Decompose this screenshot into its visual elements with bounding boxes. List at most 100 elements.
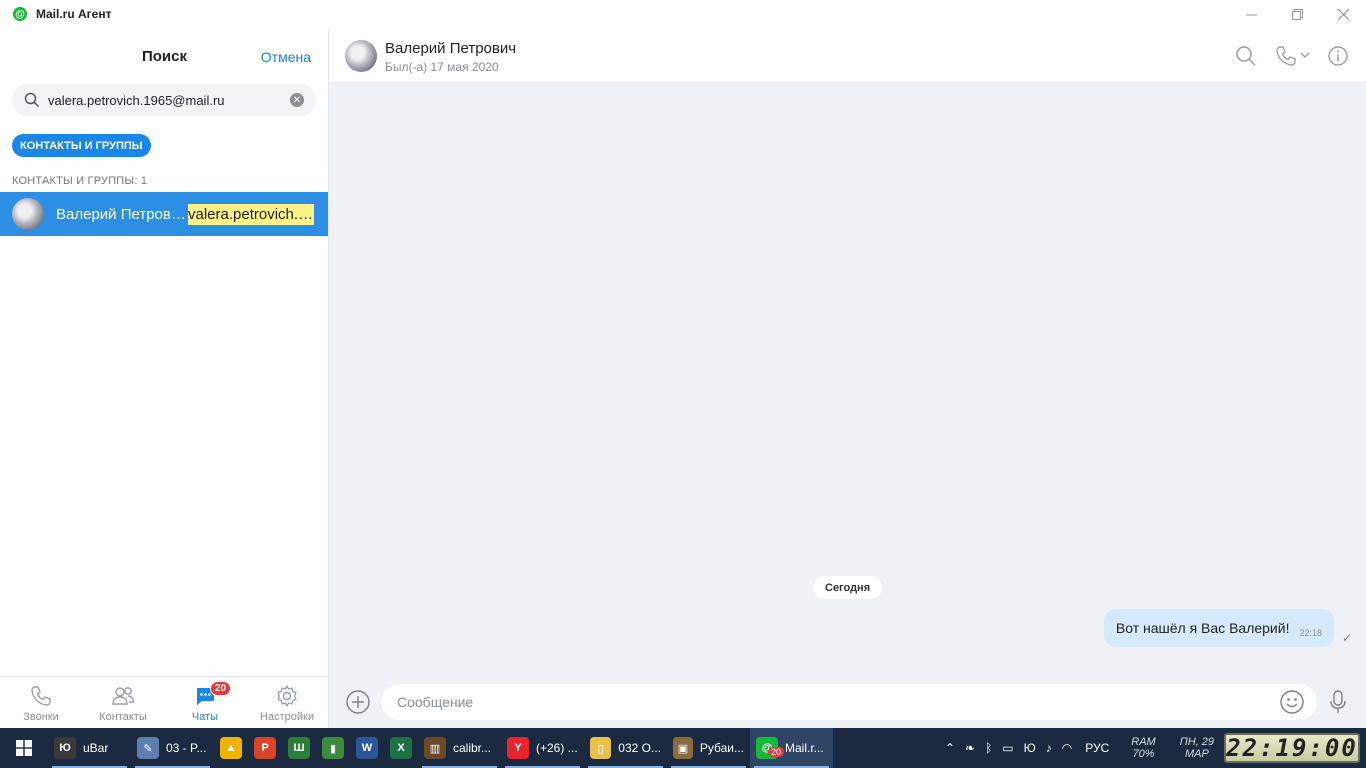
window-title: Mail.ru Агент bbox=[36, 7, 112, 21]
gear-icon bbox=[277, 685, 297, 707]
results-section-label: КОНТАКТЫ И ГРУППЫ: 1 bbox=[12, 175, 148, 187]
taskbar-app-icon: ▮ bbox=[322, 737, 344, 759]
bottom-navigation: Звонки Контакты 20 Чаты Настройки bbox=[0, 676, 329, 728]
contacts-icon bbox=[112, 687, 135, 705]
clear-search-button[interactable]: ✕ bbox=[290, 93, 304, 107]
window-titlebar: @ Mail.ru Агент bbox=[0, 0, 1366, 28]
date-indicator[interactable]: ПН, 29 МАР bbox=[1180, 736, 1214, 760]
taskbar-apps: ЮuBar ✎ 03 - P... ▲ P Ш ▮ W X ▥ calibr... Y (+26) ..… bbox=[48, 728, 833, 768]
ram-indicator: RAM 70% bbox=[1131, 736, 1155, 760]
taskbar-item-label: calibr... bbox=[453, 741, 492, 755]
delivered-check-icon: ✓ bbox=[1341, 631, 1352, 645]
taskbar-app-icon: P bbox=[254, 737, 276, 759]
taskbar-item-label: 03 - P... bbox=[166, 741, 207, 755]
nav-chats-label: Чаты bbox=[191, 711, 219, 723]
outgoing-message-bubble[interactable]: Вот нашёл я Вас Валерий! 22:18 bbox=[1103, 609, 1334, 647]
bluetooth-icon[interactable]: ᛒ bbox=[985, 741, 992, 755]
search-panel: Поиск Отмена valera.petrovich.1965@mail.… bbox=[0, 28, 329, 676]
taskbar-item[interactable]: Ш bbox=[282, 728, 316, 768]
date-separator: Сегодня bbox=[813, 576, 883, 599]
attach-plus-icon[interactable] bbox=[345, 689, 371, 715]
taskbar-item[interactable]: ▮ bbox=[316, 728, 350, 768]
battery-icon[interactable]: ▭ bbox=[1002, 741, 1013, 755]
clear-icon: ✕ bbox=[292, 94, 302, 106]
filter-contacts-groups[interactable]: КОНТАКТЫ И ГРУППЫ bbox=[12, 134, 151, 157]
message-text: Вот нашёл я Вас Валерий! bbox=[1115, 620, 1290, 636]
nav-contacts[interactable]: Контакты bbox=[82, 677, 164, 729]
restore-button[interactable] bbox=[1274, 0, 1320, 28]
taskbar-app-icon: Ш bbox=[288, 737, 310, 759]
close-icon bbox=[1337, 8, 1349, 20]
mail-agent-logo-icon: @ bbox=[13, 7, 27, 21]
taskbar-item[interactable]: X bbox=[384, 728, 418, 768]
tray-leaf-icon[interactable]: ❧ bbox=[965, 741, 975, 755]
taskbar-item[interactable]: ▣ Рубаи... bbox=[667, 728, 750, 768]
wifi-icon[interactable]: ◠ bbox=[1062, 741, 1072, 755]
taskbar-app-icon: X bbox=[390, 737, 412, 759]
minimize-button[interactable] bbox=[1228, 0, 1274, 28]
taskbar-item[interactable]: ЮuBar bbox=[48, 728, 131, 768]
volume-icon[interactable]: ♪ bbox=[1046, 741, 1052, 755]
ram-label: RAM bbox=[1131, 736, 1156, 748]
microphone-icon[interactable] bbox=[1328, 689, 1348, 715]
cancel-search-button[interactable]: Отмена bbox=[261, 49, 311, 65]
phone-icon bbox=[31, 686, 51, 706]
nav-settings-label: Настройки bbox=[260, 711, 314, 723]
message-time: 22:18 bbox=[1299, 628, 1322, 638]
taskbar-item[interactable]: Y (+26) ... bbox=[501, 728, 584, 768]
contact-avatar bbox=[12, 198, 44, 230]
search-query[interactable]: valera.petrovich.1965@mail.ru bbox=[48, 93, 225, 108]
chat-contact-name[interactable]: Валерий Петрович bbox=[385, 40, 516, 57]
taskbar-item[interactable]: W bbox=[350, 728, 384, 768]
restore-icon bbox=[1291, 8, 1303, 20]
taskbar-app-icon: Y bbox=[507, 737, 529, 759]
tray-app-icon[interactable]: Ю bbox=[1024, 741, 1036, 755]
call-dropdown-icon[interactable] bbox=[1275, 45, 1315, 67]
taskbar-item[interactable]: @20 Mail.r... bbox=[750, 728, 833, 768]
result-contact-name: Валерий Петрович bbox=[56, 205, 186, 223]
ram-value: 70% bbox=[1132, 748, 1155, 760]
nav-settings[interactable]: Настройки bbox=[246, 677, 328, 729]
date-day: ПН, 29 bbox=[1179, 736, 1214, 748]
taskbar-app-icon: Ю bbox=[54, 737, 76, 759]
nav-contacts-label: Контакты bbox=[99, 711, 147, 723]
message-history[interactable]: Сегодня Вот нашёл я Вас Валерий! 22:18 ✓ bbox=[329, 83, 1366, 676]
taskbar-item[interactable]: ▥ calibr... bbox=[418, 728, 501, 768]
taskbar-item-label: Рубаи... bbox=[699, 741, 744, 755]
taskbar-app-icon: ✎ bbox=[137, 737, 159, 759]
input-language[interactable]: РУС bbox=[1085, 741, 1109, 755]
nav-calls[interactable]: Звонки bbox=[0, 677, 82, 729]
windows-logo-icon bbox=[16, 740, 32, 756]
taskbar-item-label: uBar bbox=[83, 741, 109, 755]
windows-taskbar: ЮuBar ✎ 03 - P... ▲ P Ш ▮ W X ▥ calibr... Y (+26) ..… bbox=[0, 728, 1366, 768]
taskbar-item-label: Mail.r... bbox=[785, 741, 824, 755]
nav-calls-label: Звонки bbox=[23, 711, 59, 723]
message-input[interactable] bbox=[381, 684, 1317, 720]
chat-header: Валерий Петрович Был(-а) 17 мая 2020 bbox=[329, 28, 1366, 83]
taskbar-item[interactable]: ▲ bbox=[214, 728, 248, 768]
clock[interactable]: 22:19:00 bbox=[1224, 733, 1360, 763]
taskbar-item[interactable]: ✎ 03 - P... bbox=[131, 728, 214, 768]
info-icon[interactable] bbox=[1327, 45, 1349, 67]
search-icon bbox=[24, 92, 40, 108]
start-button[interactable] bbox=[0, 728, 48, 768]
search-input[interactable]: valera.petrovich.1965@mail.ru ✕ bbox=[12, 84, 316, 116]
taskbar-app-icon: ▣ bbox=[673, 737, 693, 759]
taskbar-app-icon: ▲ bbox=[220, 737, 242, 759]
result-contact-email-highlight: valera.petrovich.1965@mail.ru bbox=[188, 203, 314, 225]
chat-contact-avatar[interactable] bbox=[345, 40, 377, 72]
tray-expand-icon[interactable]: ⌃ bbox=[945, 741, 955, 755]
chat-contact-status: Был(-а) 17 мая 2020 bbox=[385, 60, 499, 74]
taskbar-item-label: 032 O... bbox=[618, 741, 661, 755]
emoji-icon[interactable] bbox=[1279, 689, 1305, 715]
close-window-button[interactable] bbox=[1320, 0, 1366, 28]
taskbar-item[interactable]: ▯ 032 O... bbox=[584, 728, 667, 768]
taskbar-item[interactable]: P bbox=[248, 728, 282, 768]
system-tray: ⌃ ❧ ᛒ ▭ Ю ♪ ◠ РУС RAM 70% ПН, 29 МАР 22:… bbox=[940, 728, 1366, 768]
nav-chats[interactable]: 20 Чаты bbox=[164, 677, 246, 729]
chat-search-icon[interactable] bbox=[1235, 45, 1257, 67]
taskbar-app-icon: ▯ bbox=[590, 737, 612, 759]
search-result-item[interactable]: Валерий Петрович valera.petrovich.1965@m… bbox=[0, 192, 328, 236]
taskbar-app-icon: ▥ bbox=[424, 737, 446, 759]
taskbar-badge: 20 bbox=[768, 747, 785, 757]
